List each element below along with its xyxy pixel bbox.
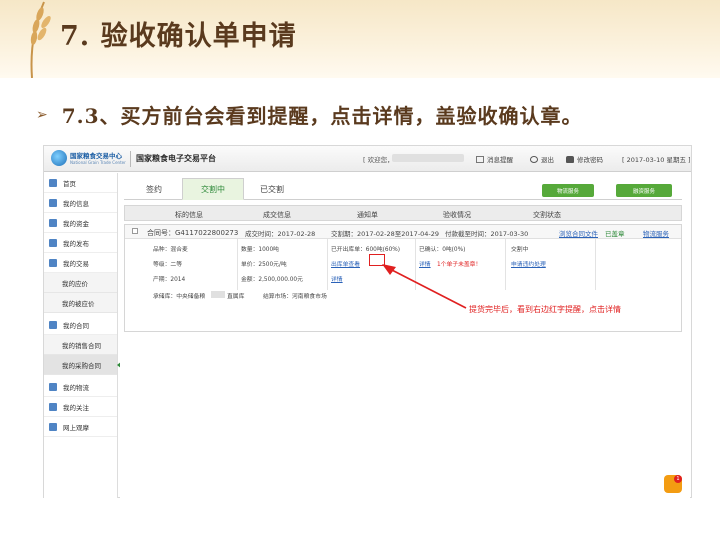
sidebar-item-funds[interactable]: 我的资金 bbox=[44, 213, 117, 233]
bullet-icon: ➢ bbox=[36, 106, 48, 123]
logout-link[interactable]: 退出 bbox=[530, 154, 554, 164]
grade: 等级：二等 bbox=[153, 262, 182, 268]
payment-due: 付款截至时间：2017-03-30 bbox=[445, 230, 529, 238]
sidebar-sub-purchase-contract[interactable]: 我的采购合同 bbox=[44, 355, 122, 375]
arrow-icon bbox=[382, 264, 467, 309]
home-icon bbox=[49, 178, 57, 187]
tab-delivered[interactable]: 已交割 bbox=[250, 178, 294, 200]
grid-header: 标的信息 成交信息 通知单 验收情况 交割状态 bbox=[124, 205, 682, 221]
notification-badge: 1 bbox=[674, 475, 682, 483]
sidebar-sub-my-received-bids[interactable]: 我的被应价 bbox=[44, 293, 117, 313]
warehouse-tail: 直属库 bbox=[227, 294, 245, 300]
logo-subtext: National Grain Trade Center bbox=[70, 160, 126, 165]
order-header: 合同号：G4117022800273 成交时间：2017-02-28 交割期：2… bbox=[125, 225, 681, 239]
eye-icon bbox=[49, 422, 57, 431]
col-notice: 通知单 bbox=[357, 211, 378, 219]
heart-icon bbox=[49, 402, 57, 411]
slide-subtitle: 7.3、买方前台会看到提醒，点击详情，盖验收确认章。 bbox=[61, 104, 583, 128]
divider bbox=[595, 239, 596, 290]
publish-icon bbox=[49, 238, 57, 247]
col-deal: 成交信息 bbox=[263, 211, 291, 219]
issued-out: 已开出库单：600吨(60%) bbox=[331, 247, 401, 253]
redacted-text bbox=[211, 291, 225, 298]
warehouse: 承储库：中央储备粮 bbox=[153, 294, 206, 300]
confirmed-qty: 已确认：0吨(0%) bbox=[419, 247, 466, 253]
tab-sign[interactable]: 签约 bbox=[132, 178, 176, 200]
sidebar-sub-my-bids[interactable]: 我的应价 bbox=[44, 273, 117, 293]
slide-title: 7. 验收确认单申请 bbox=[60, 21, 297, 52]
welcome-text: [ 欢迎您， bbox=[363, 156, 394, 164]
trade-icon bbox=[49, 258, 57, 267]
divider bbox=[327, 239, 328, 290]
sidebar-item-observe[interactable]: 网上观摩 bbox=[44, 417, 117, 437]
sidebar-sub-sales-contract[interactable]: 我的销售合同 bbox=[44, 335, 117, 355]
order-logistics-link[interactable]: 物流服务 bbox=[643, 228, 669, 238]
sidebar-item-follow[interactable]: 我的关注 bbox=[44, 397, 117, 417]
sidebar-item-info[interactable]: 我的信息 bbox=[44, 193, 117, 213]
sidebar: 首页 我的信息 我的资金 我的发布 我的交易 我的应价 我的被应价 我的合同 我… bbox=[44, 173, 122, 498]
stamped-status: 已盖章 bbox=[605, 230, 625, 238]
out-notice-link[interactable]: 出库单查看 bbox=[331, 259, 360, 268]
wheat-icon bbox=[30, 1, 51, 78]
annotation-text: 提货完毕后，看到右边红字提醒，点击详情 bbox=[469, 305, 621, 314]
delivery-status: 交割中 bbox=[511, 247, 529, 253]
app-window: 国家粮食交易中心 National Grain Trade Center 国家粮… bbox=[43, 145, 692, 498]
delivery-period: 交割期：2017-02-28至2017-04-29 bbox=[331, 230, 440, 238]
quantity: 数量：1000吨 bbox=[241, 247, 279, 253]
sidebar-item-logistics[interactable]: 我的物流 bbox=[44, 377, 117, 397]
lock-icon bbox=[566, 155, 574, 163]
tab-bar: 签约 交割中 已交割 物流服务 融资服务 bbox=[124, 178, 682, 200]
col-status: 交割状态 bbox=[533, 211, 561, 219]
unit-price: 单价：2500元/吨 bbox=[241, 262, 287, 268]
origin-year: 产期：2014 bbox=[153, 277, 186, 283]
money-icon bbox=[49, 218, 57, 227]
divider bbox=[237, 239, 238, 290]
top-bar: 国家粮食交易中心 National Grain Trade Center 国家粮… bbox=[44, 146, 691, 172]
view-contract-link[interactable]: 浏览合同文件 bbox=[559, 228, 598, 238]
main-content: 签约 交割中 已交割 物流服务 融资服务 标的信息 成交信息 通知单 验收情况 … bbox=[120, 173, 690, 498]
contract-icon bbox=[49, 320, 57, 329]
contract-number: 合同号：G4117022800273 bbox=[147, 229, 239, 237]
truck-icon bbox=[49, 382, 57, 391]
order-checkbox[interactable] bbox=[132, 228, 138, 234]
tab-delivering[interactable]: 交割中 bbox=[182, 178, 244, 200]
logo-icon bbox=[51, 150, 67, 166]
user-icon bbox=[49, 198, 57, 207]
slide-header: 7. 验收确认单申请 bbox=[0, 0, 720, 78]
sidebar-item-trade[interactable]: 我的交易 bbox=[44, 253, 117, 273]
divider bbox=[130, 151, 131, 167]
variety: 品种：混合麦 bbox=[153, 247, 188, 253]
sidebar-item-publish[interactable]: 我的发布 bbox=[44, 233, 117, 253]
deal-time: 成交时间：2017-02-28 bbox=[245, 230, 316, 238]
sidebar-item-home[interactable]: 首页 bbox=[44, 173, 117, 193]
mail-icon bbox=[476, 155, 484, 163]
sidebar-item-contract[interactable]: 我的合同 bbox=[44, 315, 117, 335]
slide-subtitle-row: ➢ 7.3、买方前台会看到提醒，点击详情，盖验收确认章。 bbox=[36, 100, 583, 129]
logo-text: 国家粮食交易中心 bbox=[70, 152, 122, 160]
date-display: [ 2017-03-10 星期五 ] bbox=[622, 156, 691, 164]
apply-default-link[interactable]: 申请违约处理 bbox=[511, 259, 546, 268]
username-redacted bbox=[392, 154, 464, 162]
power-icon bbox=[530, 155, 538, 163]
notice-detail-link[interactable]: 详情 bbox=[331, 274, 343, 283]
message-link[interactable]: 消息提醒 bbox=[476, 154, 513, 164]
platform-title: 国家粮食电子交易平台 bbox=[136, 154, 216, 163]
col-acceptance: 验收情况 bbox=[443, 211, 471, 219]
settlement-market: 结算市场：河南粮食市场 bbox=[263, 294, 327, 300]
logistics-service-button[interactable]: 物流服务 bbox=[542, 184, 594, 197]
financial-service-button[interactable]: 融资服务 bbox=[616, 184, 672, 197]
col-target: 标的信息 bbox=[175, 211, 203, 219]
amount: 金额：2,500,000.00元 bbox=[241, 277, 303, 283]
divider bbox=[505, 239, 506, 290]
change-password-link[interactable]: 修改密码 bbox=[566, 154, 603, 164]
